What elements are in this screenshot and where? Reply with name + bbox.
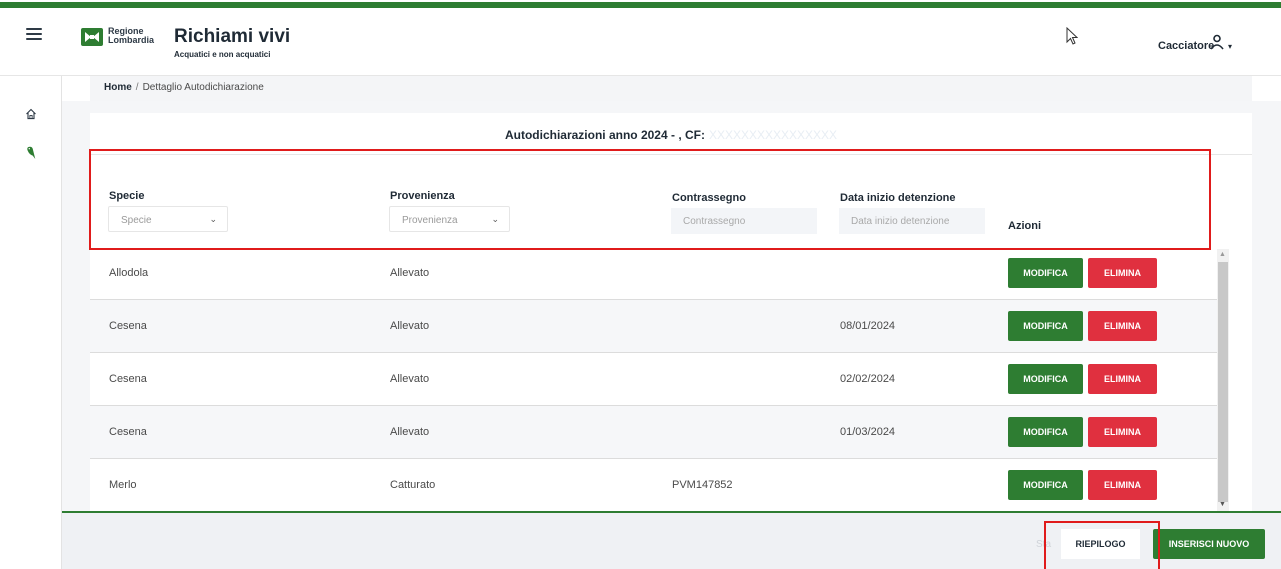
logo-text: Regione Lombardia: [108, 27, 154, 45]
specie-cell: Merlo: [109, 479, 137, 491]
data-cell: 08/01/2024: [840, 320, 896, 332]
user-chevron-down-icon[interactable]: ▾: [1228, 42, 1232, 51]
modifica-button[interactable]: MODIFICA: [1008, 258, 1083, 288]
contrassegno-cell: PVM147852: [672, 479, 733, 491]
specie-cell: Cesena: [109, 426, 147, 438]
user-role-label[interactable]: Cacciatore: [1158, 40, 1214, 52]
top-stripe: [0, 0, 1281, 8]
inserisci-nuovo-button[interactable]: INSERISCI NUOVO: [1153, 529, 1265, 559]
provenienza-cell: Allevato: [390, 320, 430, 332]
table-row: Merlo Catturato PVM147852 MODIFICA ELIMI…: [90, 459, 1217, 512]
mouse-cursor-icon: [1066, 26, 1079, 50]
filter-highlight-box: [89, 149, 1211, 250]
table-row: Cesena Allevato 02/02/2024 MODIFICA ELIM…: [90, 353, 1217, 406]
app-title: Richiami vivi: [174, 26, 291, 47]
bird-icon: [27, 146, 36, 159]
modifica-button[interactable]: MODIFICA: [1008, 364, 1083, 394]
home-icon: [26, 108, 36, 120]
breadcrumb-separator: /: [135, 82, 139, 93]
table-row: Cesena Allevato 08/01/2024 MODIFICA ELIM…: [90, 300, 1217, 353]
card-title-text: Autodichiarazioni anno 2024 - , CF:: [504, 128, 705, 142]
specie-cell: Cesena: [109, 373, 147, 385]
elimina-button[interactable]: ELIMINA: [1088, 258, 1157, 288]
provenienza-cell: Allevato: [390, 267, 430, 279]
cf-value: XXXXXXXXXXXXXXXX: [708, 128, 838, 142]
breadcrumb: Home / Dettaglio Autodichiarazione: [90, 76, 1252, 101]
logo-line-2: Lombardia: [108, 35, 155, 45]
sidebar-item-home[interactable]: [25, 94, 37, 134]
provenienza-cell: Allevato: [390, 373, 430, 385]
specie-cell: Cesena: [109, 320, 147, 332]
modifica-button[interactable]: MODIFICA: [1008, 311, 1083, 341]
scroll-up-arrow-icon[interactable]: ▲: [1219, 251, 1226, 258]
elimina-button[interactable]: ELIMINA: [1088, 470, 1157, 500]
data-cell: 01/03/2024: [840, 426, 896, 438]
modifica-button[interactable]: MODIFICA: [1008, 470, 1083, 500]
table-row: Cesena Allevato 01/03/2024 MODIFICA ELIM…: [90, 406, 1217, 459]
app-subtitle: Acquatici e non acquatici: [174, 50, 271, 59]
scrollbar-thumb[interactable]: [1218, 262, 1228, 502]
user-icon[interactable]: [1209, 34, 1225, 55]
table-row: Allodola Allevato MODIFICA ELIMINA: [90, 247, 1217, 300]
elimina-button[interactable]: ELIMINA: [1088, 364, 1157, 394]
elimina-button[interactable]: ELIMINA: [1088, 311, 1157, 341]
menu-icon[interactable]: [26, 28, 42, 40]
data-cell: 02/02/2024: [840, 373, 896, 385]
elimina-button[interactable]: ELIMINA: [1088, 417, 1157, 447]
lombardia-logo-icon: [81, 28, 103, 46]
breadcrumb-home-link[interactable]: Home: [104, 82, 132, 93]
specie-cell: Allodola: [109, 267, 149, 279]
scroll-down-arrow-icon[interactable]: ▼: [1219, 501, 1226, 508]
breadcrumb-current: Dettaglio Autodichiarazione: [142, 82, 264, 93]
modifica-button[interactable]: MODIFICA: [1008, 417, 1083, 447]
riepilogo-highlight-box: [1044, 521, 1160, 569]
sidebar-item-richiami[interactable]: [25, 133, 37, 173]
provenienza-cell: Allevato: [390, 426, 430, 438]
provenienza-cell: Catturato: [390, 479, 436, 491]
